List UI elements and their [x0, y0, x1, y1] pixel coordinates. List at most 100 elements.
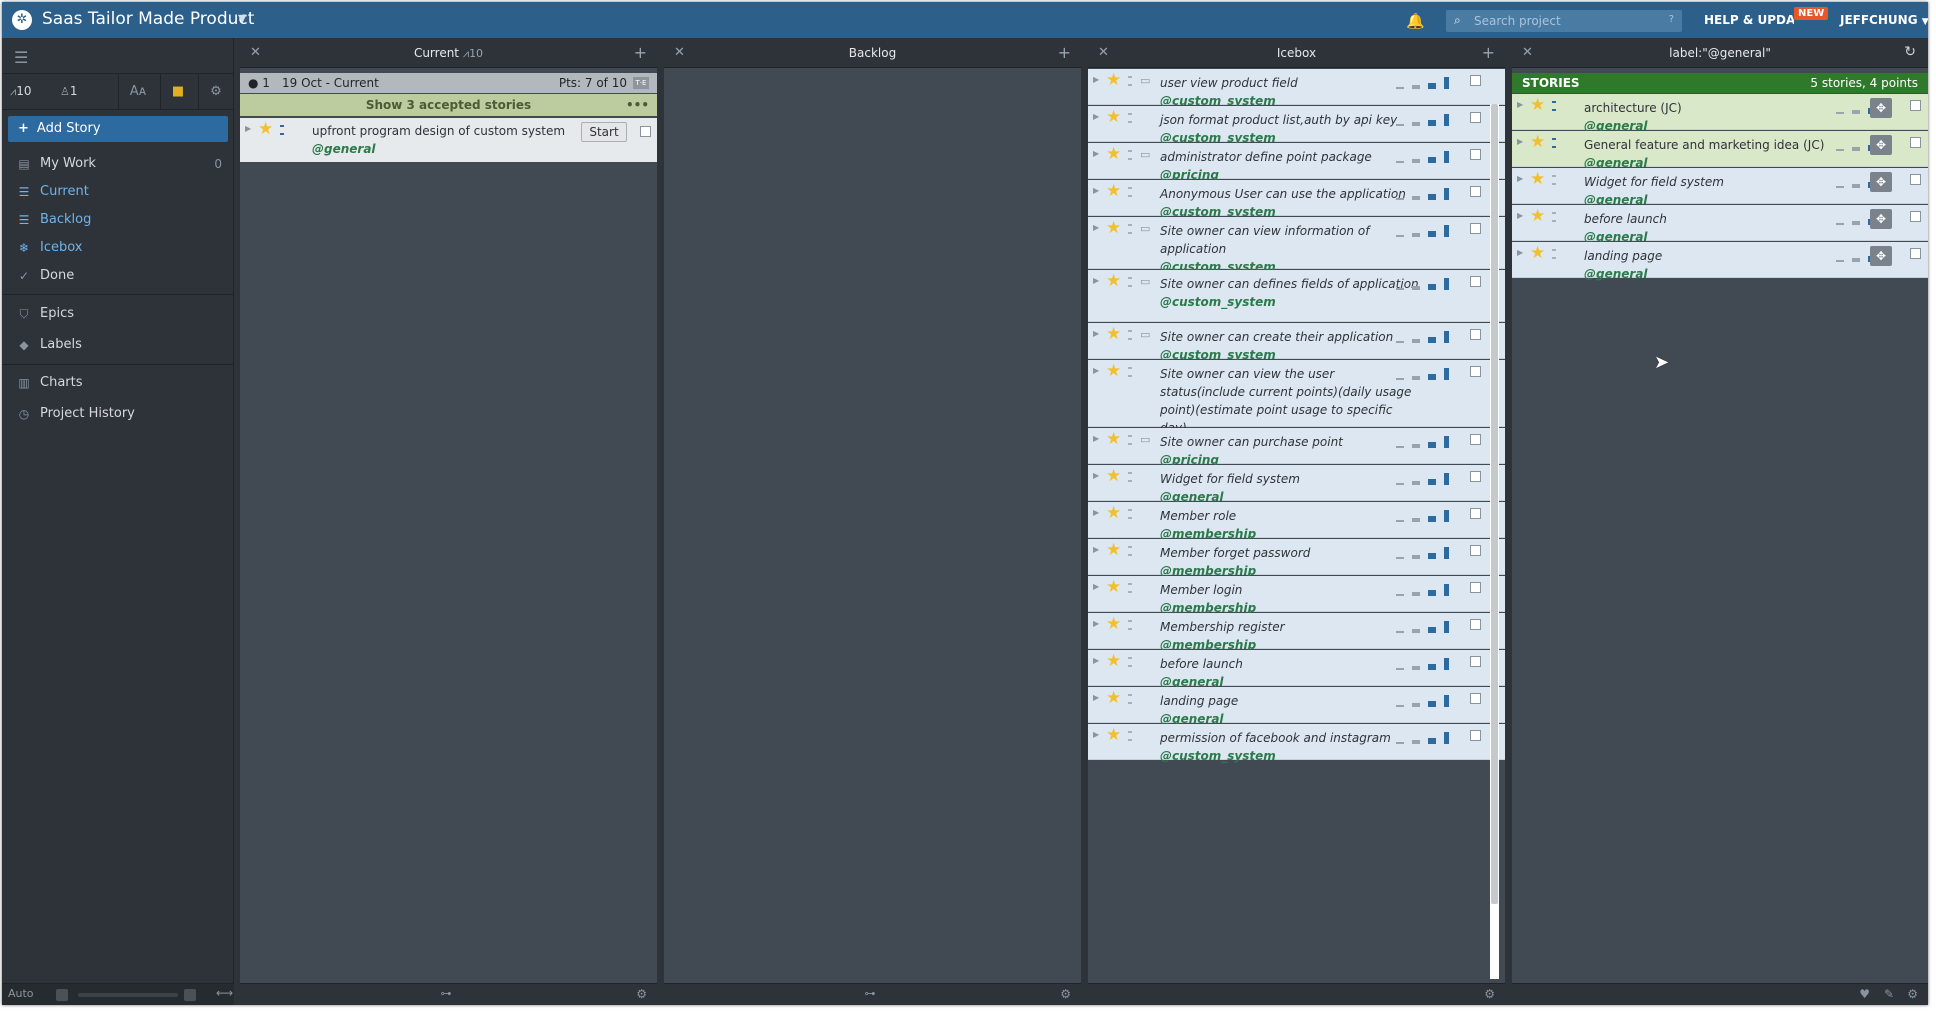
expand-icon[interactable]: ▶: [1093, 149, 1099, 158]
estimate-points[interactable]: [1396, 582, 1456, 596]
select-checkbox[interactable]: [1910, 211, 1921, 222]
select-checkbox[interactable]: [1470, 366, 1481, 377]
sidebar-item-backlog[interactable]: ☰ Backlog: [2, 208, 234, 232]
link-icon[interactable]: ⊶: [865, 987, 876, 1000]
select-checkbox[interactable]: [1470, 186, 1481, 197]
star-icon[interactable]: ★: [1106, 504, 1121, 522]
story-row[interactable]: ▶ ★ ▭ Site owner can purchase point @pricing: [1088, 428, 1505, 467]
story-row[interactable]: ▶ ★ Member login @membership: [1088, 576, 1505, 615]
select-checkbox[interactable]: [1470, 112, 1481, 123]
estimate-points[interactable]: [1396, 508, 1456, 522]
more-icon[interactable]: •••: [626, 94, 649, 116]
sidebar-item-done[interactable]: ✓ Done: [2, 264, 234, 288]
story-row[interactable]: ▶ ★ permission of facebook and instagram @c…: [1088, 724, 1505, 763]
story-row[interactable]: ▶ ★ landing page @general ✥: [1512, 242, 1928, 281]
story-row[interactable]: ▶ ★ Widget for field system @general ✥: [1512, 168, 1928, 207]
search-input[interactable]: [1474, 12, 1650, 30]
expand-icon[interactable]: ▶: [1093, 276, 1099, 285]
iteration-header[interactable]: ● 1 19 Oct - Current Pts: 7 of 10 T·E: [240, 73, 657, 93]
select-checkbox[interactable]: [1470, 730, 1481, 741]
close-icon[interactable]: ✕: [250, 45, 261, 60]
star-icon[interactable]: ★: [1530, 96, 1545, 114]
auto-label[interactable]: Auto: [8, 987, 34, 1000]
expand-icon[interactable]: ▶: [1093, 223, 1099, 232]
sidebar-item-current[interactable]: ☰ Current: [2, 180, 234, 204]
gear-icon[interactable]: ⚙: [1484, 987, 1495, 1001]
estimate-points[interactable]: [1396, 75, 1456, 89]
font-size-icon[interactable]: Aᴀ: [128, 82, 148, 102]
team-strength-icon[interactable]: T·E: [633, 77, 649, 89]
add-icon[interactable]: +: [1482, 43, 1495, 62]
bell-icon[interactable]: 🔔: [1406, 12, 1425, 30]
star-icon[interactable]: ★: [1106, 325, 1121, 343]
select-checkbox[interactable]: [1470, 149, 1481, 160]
select-checkbox[interactable]: [1470, 276, 1481, 287]
star-icon[interactable]: ★: [1106, 578, 1121, 596]
scrollbar-thumb[interactable]: [1491, 104, 1498, 904]
star-icon[interactable]: ★: [258, 120, 273, 138]
estimate-points[interactable]: [1396, 112, 1456, 126]
expand-icon[interactable]: ▶: [1093, 471, 1099, 480]
estimate-points[interactable]: [1396, 434, 1456, 448]
story-row[interactable]: ▶ ★ Anonymous User can use the application…: [1088, 180, 1505, 219]
story-label[interactable]: @custom_system: [1160, 293, 1422, 311]
estimate-points[interactable]: [1396, 366, 1456, 380]
select-checkbox[interactable]: [1470, 582, 1481, 593]
story-label[interactable]: @general: [312, 140, 565, 158]
estimate-points[interactable]: [1396, 656, 1456, 670]
close-icon[interactable]: ✕: [1098, 45, 1109, 60]
help-updates-link[interactable]: HELP & UPDATES: [1704, 13, 1794, 27]
select-checkbox[interactable]: [1470, 656, 1481, 667]
expand-icon[interactable]: ▶: [1093, 434, 1099, 443]
sidebar-item-my-work[interactable]: ▤ My Work 0: [2, 152, 234, 176]
close-icon[interactable]: ✕: [1522, 45, 1533, 60]
expand-icon[interactable]: ▶: [1517, 174, 1523, 183]
star-icon[interactable]: ★: [1106, 145, 1121, 163]
expand-icon[interactable]: ▶: [1093, 693, 1099, 702]
story-label[interactable]: @custom_system: [1160, 747, 1422, 765]
star-icon[interactable]: ★: [1106, 615, 1121, 633]
search-box[interactable]: ⌕ ?: [1446, 10, 1682, 32]
expand-icon[interactable]: ▶: [245, 124, 251, 133]
star-icon[interactable]: ★: [1106, 108, 1121, 126]
collapse-icon[interactable]: ⟷: [216, 986, 233, 1000]
expand-icon[interactable]: ▶: [1093, 582, 1099, 591]
expand-icon[interactable]: ▶: [1517, 137, 1523, 146]
story-row[interactable]: ▶ ★ ▭ Site owner can create their applicati…: [1088, 323, 1505, 362]
zoom-slider[interactable]: [78, 993, 178, 997]
zoom-in-handle[interactable]: [184, 989, 196, 1001]
select-checkbox[interactable]: [1470, 223, 1481, 234]
expand-icon[interactable]: ▶: [1093, 186, 1099, 195]
estimate-points[interactable]: [1396, 149, 1456, 163]
scrollbar[interactable]: [1490, 104, 1499, 979]
expand-icon[interactable]: ▶: [1093, 619, 1099, 628]
expand-icon[interactable]: ▶: [1093, 730, 1099, 739]
estimate-points[interactable]: [1396, 329, 1456, 343]
locate-icon[interactable]: ✥: [1870, 172, 1892, 192]
story-row[interactable]: ▶ ★ ▭ Site owner can defines fields of appl…: [1088, 270, 1505, 322]
story-row[interactable]: ▶ ★ before launch @general: [1088, 650, 1505, 689]
locate-icon[interactable]: ✥: [1870, 98, 1892, 118]
estimate-points[interactable]: [1396, 223, 1456, 237]
story-row[interactable]: ▶ ★ ▭ administrator define point package @pr…: [1088, 143, 1505, 182]
select-checkbox[interactable]: [1470, 329, 1481, 340]
close-icon[interactable]: ✕: [674, 45, 685, 60]
select-checkbox[interactable]: [1470, 434, 1481, 445]
gear-icon[interactable]: ⚙: [206, 82, 226, 102]
heart-icon[interactable]: ♥: [1859, 987, 1870, 1001]
sidebar-item-icebox[interactable]: ❄ Icebox: [2, 236, 234, 260]
link-icon[interactable]: ⊶: [441, 987, 452, 1000]
add-icon[interactable]: +: [634, 43, 647, 62]
gear-icon[interactable]: ⚙: [636, 987, 647, 1001]
expand-icon[interactable]: ▶: [1093, 329, 1099, 338]
story-row[interactable]: ▶ ★ General feature and marketing idea (JC…: [1512, 131, 1928, 170]
story-row[interactable]: ▶ ★ Membership register @membership: [1088, 613, 1505, 652]
expand-icon[interactable]: ▶: [1093, 545, 1099, 554]
star-icon[interactable]: ★: [1106, 689, 1121, 707]
story-row[interactable]: ▶ ★ Widget for field system @general: [1088, 465, 1505, 504]
star-icon[interactable]: ★: [1106, 182, 1121, 200]
story-label[interactable]: @general: [1584, 265, 1846, 283]
select-checkbox[interactable]: [1470, 619, 1481, 630]
expand-icon[interactable]: ▶: [1093, 508, 1099, 517]
sidebar-item-project-history[interactable]: ◷ Project History: [2, 402, 234, 426]
